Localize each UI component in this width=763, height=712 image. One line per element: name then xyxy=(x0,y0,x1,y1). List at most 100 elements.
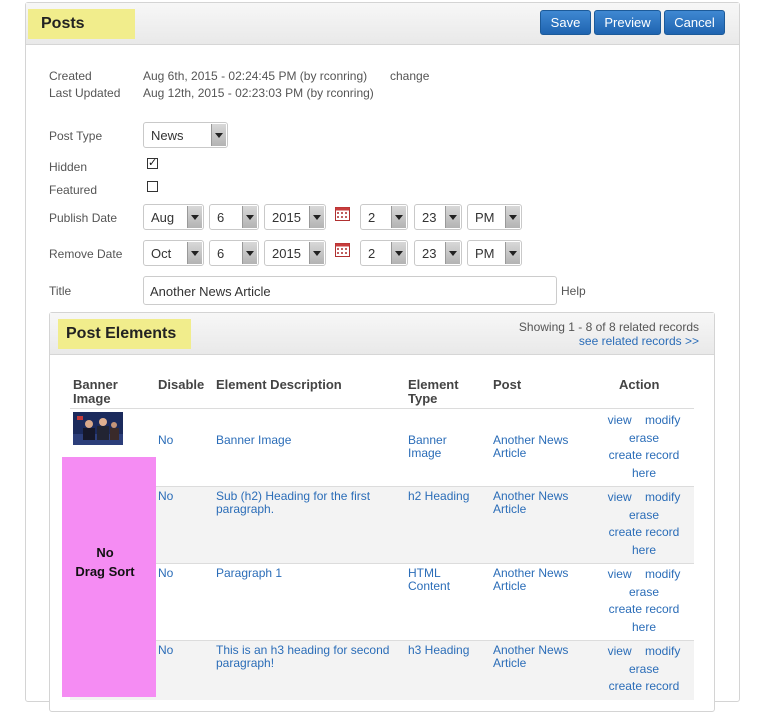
view-link[interactable]: view xyxy=(608,644,632,658)
chevron-down-icon xyxy=(187,242,202,264)
col-action: Action xyxy=(619,377,660,392)
chevron-down-icon xyxy=(505,242,520,264)
remove-month-select[interactable]: Oct xyxy=(143,240,204,266)
remove-year-select[interactable]: 2015 xyxy=(264,240,326,266)
calendar-icon[interactable] xyxy=(335,243,350,257)
panel-header: Posts Save Preview Cancel xyxy=(26,3,739,45)
remove-minute-select[interactable]: 23 xyxy=(414,240,462,266)
modify-link[interactable]: modify xyxy=(645,567,680,581)
erase-link[interactable]: erase xyxy=(600,507,688,525)
publish-hour-value: 2 xyxy=(368,210,376,225)
post-type-select[interactable]: News xyxy=(143,122,228,148)
publish-day-value: 6 xyxy=(217,210,225,225)
post-elements-header: Post Elements Showing 1 - 8 of 8 related… xyxy=(50,313,714,355)
publish-minute-value: 23 xyxy=(422,210,437,225)
record-count: Showing 1 - 8 of 8 related records xyxy=(518,320,699,334)
col-type-line1: Element xyxy=(408,377,459,392)
publish-year-select[interactable]: 2015 xyxy=(264,204,326,230)
row1-disable[interactable]: No xyxy=(158,434,173,447)
chevron-down-icon xyxy=(309,242,324,264)
row2-post[interactable]: Another News Article xyxy=(493,490,583,516)
row1-post[interactable]: Another News Article xyxy=(493,434,583,460)
remove-day-select[interactable]: 6 xyxy=(209,240,259,266)
modify-link[interactable]: modify xyxy=(645,490,680,504)
row2-type[interactable]: h2 Heading xyxy=(408,490,488,503)
chevron-down-icon xyxy=(445,206,460,228)
col-post[interactable]: Post xyxy=(493,378,521,392)
erase-link[interactable]: erase xyxy=(600,584,688,602)
erase-link[interactable]: erase xyxy=(600,430,688,448)
view-link[interactable]: view xyxy=(608,413,632,427)
row4-disable[interactable]: No xyxy=(158,644,173,657)
change-link[interactable]: change xyxy=(390,69,429,83)
create-record-link[interactable]: create record xyxy=(600,678,688,696)
chevron-down-icon xyxy=(309,206,324,228)
chevron-down-icon xyxy=(187,206,202,228)
chevron-down-icon xyxy=(242,206,257,228)
created-label: Created xyxy=(49,69,92,83)
publish-hour-select[interactable]: 2 xyxy=(360,204,408,230)
create-record-here[interactable]: here xyxy=(600,465,688,483)
cancel-button[interactable]: Cancel xyxy=(664,10,725,35)
featured-checkbox[interactable] xyxy=(147,181,158,192)
row1-description[interactable]: Banner Image xyxy=(216,434,396,447)
create-record-here[interactable]: here xyxy=(600,542,688,560)
remove-ampm-select[interactable]: PM xyxy=(467,240,522,266)
chevron-down-icon xyxy=(445,242,460,264)
col-element-type[interactable]: Element Type xyxy=(408,378,459,406)
row3-disable[interactable]: No xyxy=(158,567,173,580)
row3-type[interactable]: HTML Content xyxy=(408,567,468,593)
post-elements-title: Post Elements xyxy=(58,319,191,349)
erase-link[interactable]: erase xyxy=(600,661,688,679)
remove-hour-value: 2 xyxy=(368,246,376,261)
row1-type[interactable]: Banner Image xyxy=(408,434,468,460)
col-type-line2: Type xyxy=(408,391,438,406)
banner-thumbnail xyxy=(73,412,123,445)
row4-description[interactable]: This is an h3 heading for second paragra… xyxy=(216,644,396,670)
remove-day-value: 6 xyxy=(217,246,225,261)
publish-day-select[interactable]: 6 xyxy=(209,204,259,230)
drag-sort-label: No Drag Sort xyxy=(62,543,148,581)
publish-minute-select[interactable]: 23 xyxy=(414,204,462,230)
row4-type[interactable]: h3 Heading xyxy=(408,644,488,657)
row2-description[interactable]: Sub (h2) Heading for the first paragraph… xyxy=(216,490,396,516)
drag-sort-line1: No xyxy=(96,545,114,560)
create-record-link[interactable]: create record xyxy=(600,447,688,465)
calendar-icon[interactable] xyxy=(335,207,350,221)
create-record-here[interactable]: here xyxy=(600,619,688,637)
view-link[interactable]: view xyxy=(608,567,632,581)
col-disable[interactable]: Disable xyxy=(158,378,204,392)
featured-label: Featured xyxy=(49,183,98,197)
row2-disable[interactable]: No xyxy=(158,490,173,503)
modify-link[interactable]: modify xyxy=(645,644,680,658)
col-banner-image[interactable]: Banner Image xyxy=(73,378,118,406)
hidden-label: Hidden xyxy=(49,160,88,174)
help-link[interactable]: Help xyxy=(561,284,586,298)
chevron-down-icon xyxy=(505,206,520,228)
save-button[interactable]: Save xyxy=(540,10,591,35)
create-record-link[interactable]: create record xyxy=(600,524,688,542)
row4-actions: view modify erase create record xyxy=(600,643,688,696)
create-record-link[interactable]: create record xyxy=(600,601,688,619)
view-link[interactable]: view xyxy=(608,490,632,504)
remove-hour-select[interactable]: 2 xyxy=(360,240,408,266)
row3-description[interactable]: Paragraph 1 xyxy=(216,567,396,580)
row3-post[interactable]: Another News Article xyxy=(493,567,583,593)
row4-post[interactable]: Another News Article xyxy=(493,644,583,670)
created-value: Aug 6th, 2015 - 02:24:45 PM (by rconring… xyxy=(143,69,368,83)
see-related-link[interactable]: see related records >> xyxy=(579,334,699,348)
row3-actions: view modify erase create record here xyxy=(600,566,688,636)
publish-year-value: 2015 xyxy=(272,210,301,225)
col-description[interactable]: Element Description xyxy=(216,378,342,392)
title-input[interactable]: Another News Article xyxy=(143,276,557,305)
remove-minute-value: 23 xyxy=(422,246,437,261)
preview-button[interactable]: Preview xyxy=(594,10,661,35)
publish-month-select[interactable]: Aug xyxy=(143,204,204,230)
modify-link[interactable]: modify xyxy=(645,413,680,427)
publish-ampm-select[interactable]: PM xyxy=(467,204,522,230)
col-banner-line2: Image xyxy=(73,391,111,406)
remove-year-value: 2015 xyxy=(272,246,301,261)
publish-ampm-value: PM xyxy=(475,210,495,225)
remove-ampm-value: PM xyxy=(475,246,495,261)
hidden-checkbox[interactable]: ✓ xyxy=(147,158,158,169)
